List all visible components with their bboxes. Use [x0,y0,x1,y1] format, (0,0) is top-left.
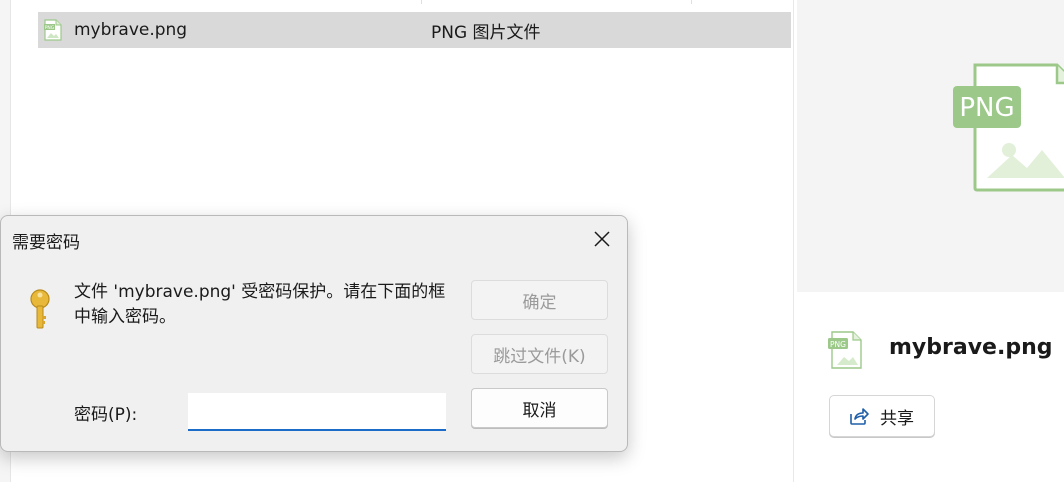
share-button[interactable]: 共享 [829,395,935,437]
png-badge-label: PNG [959,93,1014,123]
svg-text:PNG: PNG [45,25,55,31]
preview-thumbnail-area: PNG [797,0,1064,292]
skip-file-button[interactable]: 跳过文件(K) [471,334,608,374]
share-label: 共享 [880,408,914,429]
column-separator[interactable] [691,0,692,4]
close-icon [594,231,610,247]
password-input[interactable] [188,393,446,431]
file-row-selected[interactable]: PNG mybrave.png PNG 图片文件 [38,12,791,48]
svg-text:PNG: PNG [830,340,846,349]
png-file-icon: PNG [953,63,1064,192]
share-icon [850,408,869,425]
close-button[interactable] [586,224,618,254]
ok-button[interactable]: 确定 [471,280,608,320]
dialog-message: 文件 'mybrave.png' 受密码保护。请在下面的框中输入密码。 [74,282,446,327]
dialog-title: 需要密码 [12,233,80,253]
preview-pane: PNG PNG mybrave.png 共享 [793,0,1064,482]
key-icon [30,289,50,329]
file-name: mybrave.png [74,20,188,40]
cancel-button[interactable]: 取消 [471,388,608,428]
png-file-icon: PNG [828,331,862,369]
password-label: 密码(P): [74,405,138,425]
password-dialog: 需要密码 文件 'mybrave.png' 受密码保护。请在下面的框中输入密码。… [0,215,628,452]
column-separator[interactable] [421,0,422,4]
png-file-icon: PNG [44,19,62,41]
file-type: PNG 图片文件 [431,22,541,43]
preview-file-name: mybrave.png [889,335,1053,360]
